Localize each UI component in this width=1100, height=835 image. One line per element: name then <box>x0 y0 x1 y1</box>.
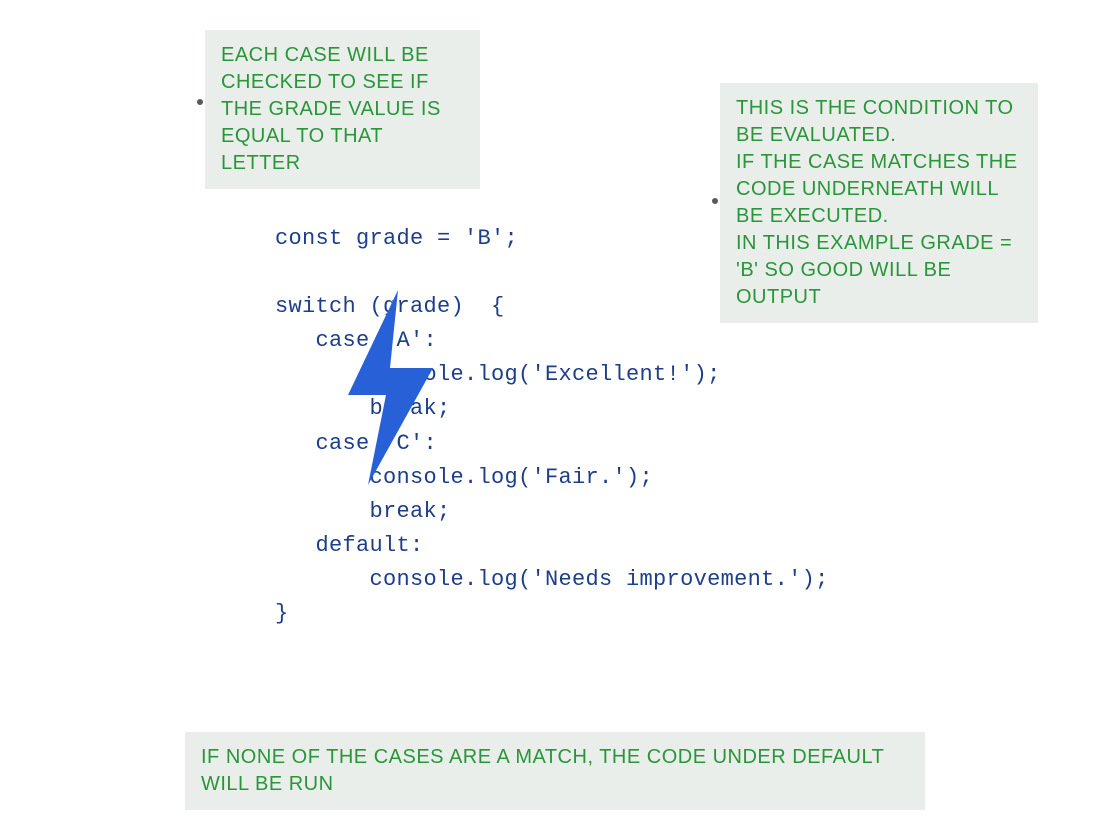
code-line: console.log('Excellent!'); <box>275 362 721 387</box>
code-line: break; <box>275 396 451 421</box>
code-line: case 'A': <box>275 328 437 353</box>
code-line: default: <box>275 533 424 558</box>
code-line: } <box>275 601 289 626</box>
code-line: console.log('Fair.'); <box>275 465 653 490</box>
code-line: case 'C': <box>275 431 437 456</box>
annotation-text: EACH CASE WILL BE CHECKED TO SEE IF THE … <box>221 44 441 174</box>
annotation-each-case: EACH CASE WILL BE CHECKED TO SEE IF THE … <box>205 30 480 189</box>
code-line: break; <box>275 499 451 524</box>
code-snippet: const grade = 'B'; switch (grade) { case… <box>275 222 829 631</box>
code-line: const grade = 'B'; <box>275 226 518 251</box>
code-line: console.log('Needs improvement.'); <box>275 567 829 592</box>
annotation-default: IF NONE OF THE CASES ARE A MATCH, THE CO… <box>185 732 925 810</box>
code-line: switch (grade) { <box>275 294 505 319</box>
annotation-text: IF NONE OF THE CASES ARE A MATCH, THE CO… <box>201 746 884 795</box>
